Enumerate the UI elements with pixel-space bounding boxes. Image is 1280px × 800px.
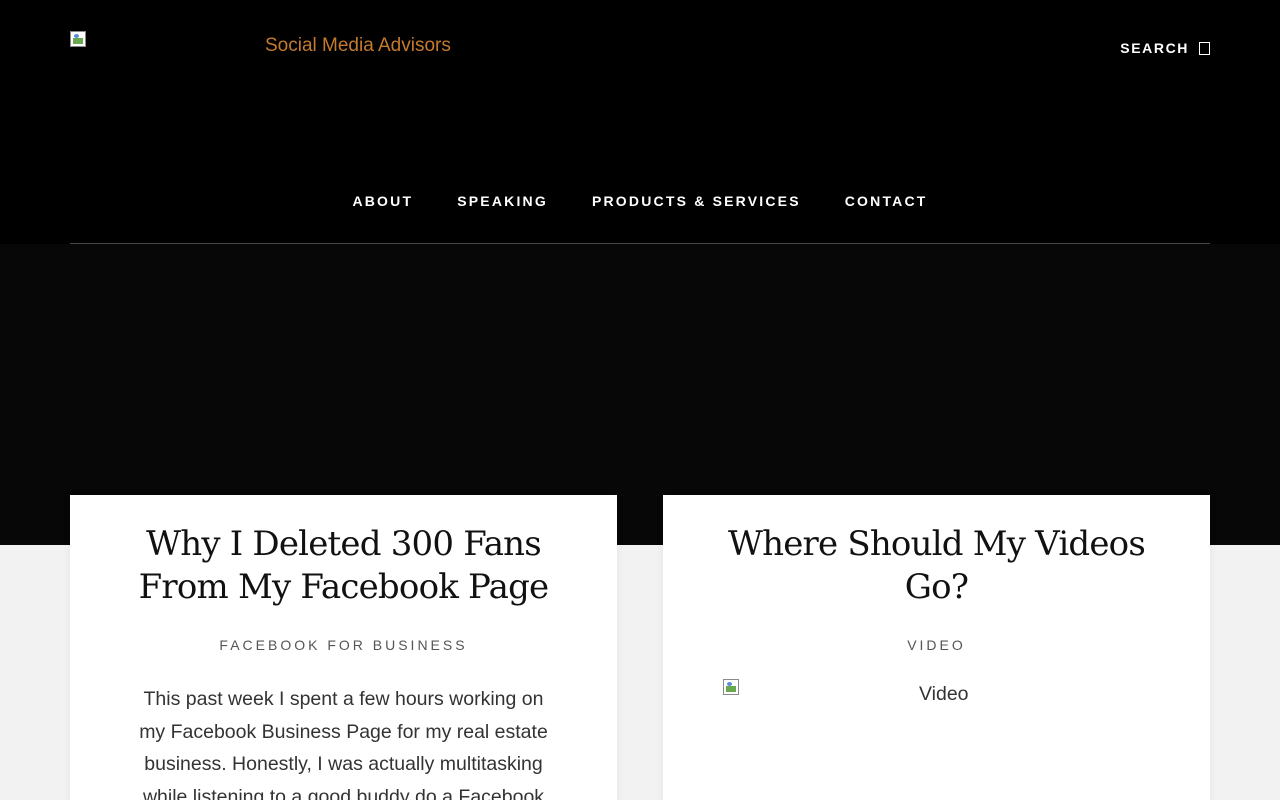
post-title[interactable]: Where Should My Videos Go? bbox=[703, 523, 1170, 609]
post-image[interactable]: Video bbox=[703, 679, 1170, 713]
search-button[interactable]: SEARCH bbox=[1120, 40, 1210, 56]
site-title[interactable]: Social Media Advisors bbox=[265, 35, 451, 57]
main-nav: ABOUT SPEAKING PRODUCTS & SERVICES CONTA… bbox=[0, 193, 1280, 209]
image-alt-text: Video bbox=[919, 683, 969, 705]
post-category[interactable]: FACEBOOK FOR BUSINESS bbox=[110, 637, 577, 653]
site-logo[interactable] bbox=[70, 31, 86, 47]
nav-contact[interactable]: CONTACT bbox=[845, 193, 928, 209]
post-card: Why I Deleted 300 Fans From My Facebook … bbox=[70, 495, 617, 800]
broken-image-icon bbox=[723, 679, 739, 695]
search-label: SEARCH bbox=[1120, 40, 1189, 56]
post-card: Where Should My Videos Go? VIDEO Video bbox=[663, 495, 1210, 800]
post-category[interactable]: VIDEO bbox=[703, 637, 1170, 653]
broken-image-icon bbox=[70, 31, 86, 47]
post-title[interactable]: Why I Deleted 300 Fans From My Facebook … bbox=[110, 523, 577, 609]
nav-products-services[interactable]: PRODUCTS & SERVICES bbox=[592, 193, 801, 209]
nav-speaking[interactable]: SPEAKING bbox=[457, 193, 548, 209]
post-excerpt: This past week I spent a few hours worki… bbox=[139, 688, 548, 800]
nav-about[interactable]: ABOUT bbox=[352, 193, 413, 209]
header-divider bbox=[70, 243, 1210, 244]
search-icon bbox=[1199, 41, 1210, 55]
